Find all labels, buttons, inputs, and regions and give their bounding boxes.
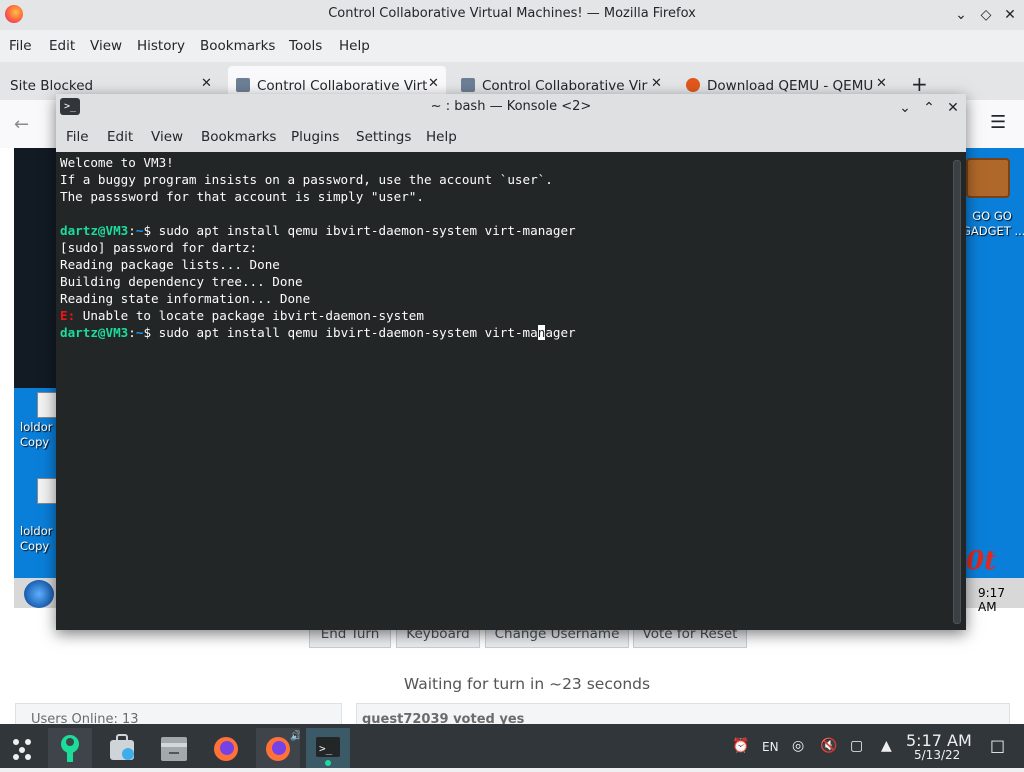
application-launcher-icon[interactable] (0, 728, 44, 768)
tab-close-icon[interactable]: ✕ (651, 76, 662, 91)
network-icon[interactable]: ▢ (850, 738, 863, 754)
terminal-line: [sudo] password for dartz: (60, 240, 258, 255)
scrollbar-thumb[interactable] (953, 160, 961, 624)
error-message: Unable to locate package ibvirt-daemon-s… (75, 308, 424, 323)
terminal-line: The passsword for that account is simply… (60, 189, 424, 204)
konsole-titlebar[interactable]: >_ ~ : bash — Konsole <2> ⌄ ⌃ ✕ (56, 94, 966, 122)
tab-label: Control Collaborative Virtu (482, 78, 648, 94)
terminal-line: If a buggy program insists on a password… (60, 172, 553, 187)
menu-help[interactable]: Help (339, 38, 370, 54)
menu-history[interactable]: History (137, 38, 185, 54)
konsole-menubar: File Edit View Bookmarks Plugins Setting… (56, 122, 966, 152)
volume-muted-icon[interactable]: 🔇 (820, 738, 837, 754)
konsole-menu-plugins[interactable]: Plugins (291, 129, 339, 145)
firefox-window-title: Control Collaborative Virtual Machines! … (328, 6, 696, 21)
tab-close-icon[interactable]: ✕ (428, 76, 439, 91)
document-icon[interactable] (37, 478, 57, 504)
menu-edit[interactable]: Edit (49, 38, 75, 54)
konsole-menu-help[interactable]: Help (426, 129, 457, 145)
qemu-favicon-icon (686, 78, 700, 92)
back-arrow-icon[interactable]: ← (14, 114, 29, 135)
menu-bookmarks[interactable]: Bookmarks (200, 38, 275, 54)
briefcase-icon[interactable] (966, 158, 1010, 198)
store-bag-icon[interactable] (100, 728, 144, 768)
terminal-area[interactable]: Welcome to VM3! If a buggy program insis… (56, 152, 948, 630)
tab-close-icon[interactable]: ✕ (201, 76, 212, 91)
konsole-menu-settings[interactable]: Settings (356, 129, 411, 145)
maximize-icon[interactable]: ◇ (975, 4, 997, 26)
terminal-command-input[interactable]: sudo apt install qemu ibvirt-daemon-syst… (151, 325, 538, 340)
konsole-taskbar-icon[interactable]: >_ (306, 728, 350, 768)
discover-wrench-icon[interactable] (48, 728, 92, 768)
menu-tools[interactable]: Tools (289, 38, 322, 54)
computer-favicon-icon (461, 78, 475, 92)
keyboard-layout-indicator[interactable]: EN (762, 740, 779, 754)
terminal-scrollbar[interactable] (948, 152, 966, 630)
terminal-line: Building dependency tree... Done (60, 274, 303, 289)
close-icon[interactable]: ✕ (942, 97, 964, 119)
close-icon[interactable]: ✕ (999, 4, 1021, 26)
konsole-window[interactable]: >_ ~ : bash — Konsole <2> ⌄ ⌃ ✕ File Edi… (56, 94, 966, 630)
vm-window-fragment (14, 148, 60, 388)
tab-label: Site Blocked (10, 78, 94, 94)
notifications-bell-icon[interactable]: ⏰ (732, 738, 749, 754)
document-icon[interactable] (37, 392, 57, 418)
clock-date[interactable]: 5/13/22 (914, 748, 960, 762)
vm-red-text: 0t (966, 546, 997, 576)
plasma-taskbar: 🔊 >_ ⏰ EN ◎ 🔇 ▢ ▲ □ (0, 724, 1024, 768)
terminal-line: Welcome to VM3! (60, 155, 174, 170)
error-tag: E: (60, 308, 76, 323)
tab-label: Control Collaborative Virtua (257, 78, 427, 94)
tab-close-icon[interactable]: ✕ (876, 76, 887, 91)
file-manager-icon[interactable] (152, 728, 196, 768)
firefox-menubar: File Edit View History Bookmarks Tools H… (0, 30, 1024, 62)
turn-wait-status: Waiting for turn in ~23 seconds (403, 675, 651, 693)
konsole-menu-edit[interactable]: Edit (107, 129, 133, 145)
prompt-user: dartz@VM3 (60, 325, 129, 340)
desktop-icon-label: loldor Copy (20, 524, 53, 553)
konsole-menu-view[interactable]: View (151, 129, 183, 145)
terminal-line: Reading state information... Done (60, 291, 311, 306)
terminal-command: sudo apt install qemu ibvirt-daemon-syst… (151, 223, 576, 238)
svg-text:🔊: 🔊 (290, 729, 300, 742)
tab-label: Download QEMU - QEMU (707, 78, 874, 94)
firefox-titlebar: Control Collaborative Virtual Machines! … (0, 0, 1024, 30)
vm-clock: 9:17 AM (978, 586, 1005, 614)
hamburger-menu-icon[interactable]: ☰ (990, 112, 1006, 133)
firefox-icon[interactable] (204, 728, 248, 768)
maximize-icon[interactable]: ⌃ (918, 97, 940, 119)
svg-text:>_: >_ (319, 742, 333, 755)
tray-expand-chevron-icon[interactable]: ▲ (881, 738, 892, 754)
minimize-icon[interactable]: ⌄ (894, 97, 916, 119)
konsole-menu-file[interactable]: File (66, 129, 89, 145)
menu-view[interactable]: View (90, 38, 122, 54)
terminal-command-input[interactable]: ager (545, 325, 575, 340)
konsole-menu-bookmarks[interactable]: Bookmarks (201, 129, 276, 145)
prompt-user: dartz@VM3 (60, 223, 129, 238)
desktop-icon-label: loldor Copy (20, 420, 53, 449)
firefox-running-icon[interactable]: 🔊 (256, 728, 302, 768)
konsole-title: ~ : bash — Konsole <2> (430, 99, 592, 114)
terminal-line: Reading package lists... Done (60, 257, 280, 272)
menu-file[interactable]: File (9, 38, 32, 54)
windows-start-icon[interactable] (24, 580, 54, 608)
computer-favicon-icon (236, 78, 250, 92)
desktop-icon-label: GO GO GADGET ... (962, 209, 1024, 238)
show-desktop-icon[interactable]: □ (990, 736, 1005, 755)
minimize-icon[interactable]: ⌄ (950, 4, 972, 26)
new-tab-button[interactable]: + (911, 72, 928, 96)
updates-icon[interactable]: ◎ (792, 738, 804, 754)
terminal-output: Welcome to VM3! If a buggy program insis… (60, 155, 576, 340)
